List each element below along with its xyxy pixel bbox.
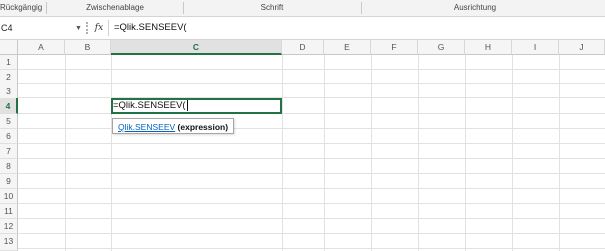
row-header-10[interactable]: 10: [0, 189, 18, 204]
name-box-value: C4: [1, 23, 13, 33]
row-header-13[interactable]: 13: [0, 234, 18, 251]
ribbon-group-bar: Rückgängig Zwischenablage Schrift Ausric…: [0, 0, 605, 17]
formula-bar-grip[interactable]: [86, 22, 90, 34]
column-header-d[interactable]: D: [282, 40, 324, 55]
grid-line: [465, 55, 466, 251]
grid-line: [18, 188, 605, 189]
formula-bar-divider: [108, 20, 109, 36]
row-header-9[interactable]: 9: [0, 174, 18, 189]
row-header-2[interactable]: 2: [0, 70, 18, 85]
cell-formula-text: =Qlik.SENSEEV(: [113, 100, 186, 111]
chevron-down-icon[interactable]: ▼: [75, 20, 82, 38]
grid-line: [18, 203, 605, 204]
ribbon-group-undo[interactable]: Rückgängig: [0, 0, 42, 16]
formula-input[interactable]: =Qlik.SENSEEV(: [114, 19, 187, 37]
grid-line: [65, 55, 66, 251]
function-tooltip: Qlik.SENSEEV (expression): [112, 118, 235, 134]
grid-line: [18, 143, 605, 144]
row-header-3[interactable]: 3: [0, 84, 18, 99]
column-header-b[interactable]: B: [65, 40, 111, 55]
tooltip-argument: (expression): [177, 122, 229, 132]
ribbon-divider: [46, 2, 47, 14]
column-header-e[interactable]: E: [324, 40, 371, 55]
grid-line: [324, 55, 325, 251]
row-header-6[interactable]: 6: [0, 129, 18, 144]
name-box[interactable]: C4 ▼: [0, 19, 82, 37]
ribbon-group-font[interactable]: Schrift: [186, 0, 358, 16]
cell-edit-text[interactable]: =Qlik.SENSEEV(: [113, 98, 188, 114]
row-header-5[interactable]: 5: [0, 114, 18, 129]
select-all-corner[interactable]: [0, 40, 18, 55]
row-header-8[interactable]: 8: [0, 159, 18, 174]
row-header-11[interactable]: 11: [0, 204, 18, 219]
grid-line: [111, 55, 112, 251]
column-header-h[interactable]: H: [465, 40, 512, 55]
grid-line: [512, 55, 513, 251]
insert-function-icon[interactable]: fx: [92, 19, 106, 37]
grid-line: [18, 97, 605, 98]
grid-line: [418, 55, 419, 251]
column-header-j[interactable]: J: [559, 40, 605, 55]
grid-line: [18, 69, 605, 70]
grid-line: [282, 55, 283, 251]
grid-line: [559, 55, 560, 251]
row-header-1[interactable]: 1: [0, 55, 18, 70]
ribbon-divider: [361, 2, 362, 14]
ribbon-group-alignment[interactable]: Ausrichtung: [364, 0, 586, 16]
grid-line: [371, 55, 372, 251]
column-header-c[interactable]: C: [111, 40, 282, 55]
tooltip-function-link[interactable]: Qlik.SENSEEV: [118, 122, 175, 132]
grid-line: [18, 158, 605, 159]
text-caret: [186, 99, 188, 111]
grid-line: [18, 83, 605, 84]
row-header-7[interactable]: 7: [0, 144, 18, 159]
grid-line: [18, 233, 605, 234]
formula-bar: C4 ▼ fx =Qlik.SENSEEV(: [0, 17, 605, 40]
column-header-f[interactable]: F: [371, 40, 418, 55]
grid-line: [18, 113, 605, 114]
grid-line: [18, 248, 605, 249]
grid-line: [18, 128, 605, 129]
row-header-12[interactable]: 12: [0, 219, 18, 234]
ribbon-divider: [183, 2, 184, 14]
column-header-g[interactable]: G: [418, 40, 465, 55]
row-header-4[interactable]: 4: [0, 98, 18, 114]
grid-line: [18, 173, 605, 174]
grid-line: [18, 218, 605, 219]
ribbon-group-clipboard[interactable]: Zwischenablage: [50, 0, 180, 16]
column-header-a[interactable]: A: [18, 40, 65, 55]
column-header-i[interactable]: I: [512, 40, 559, 55]
